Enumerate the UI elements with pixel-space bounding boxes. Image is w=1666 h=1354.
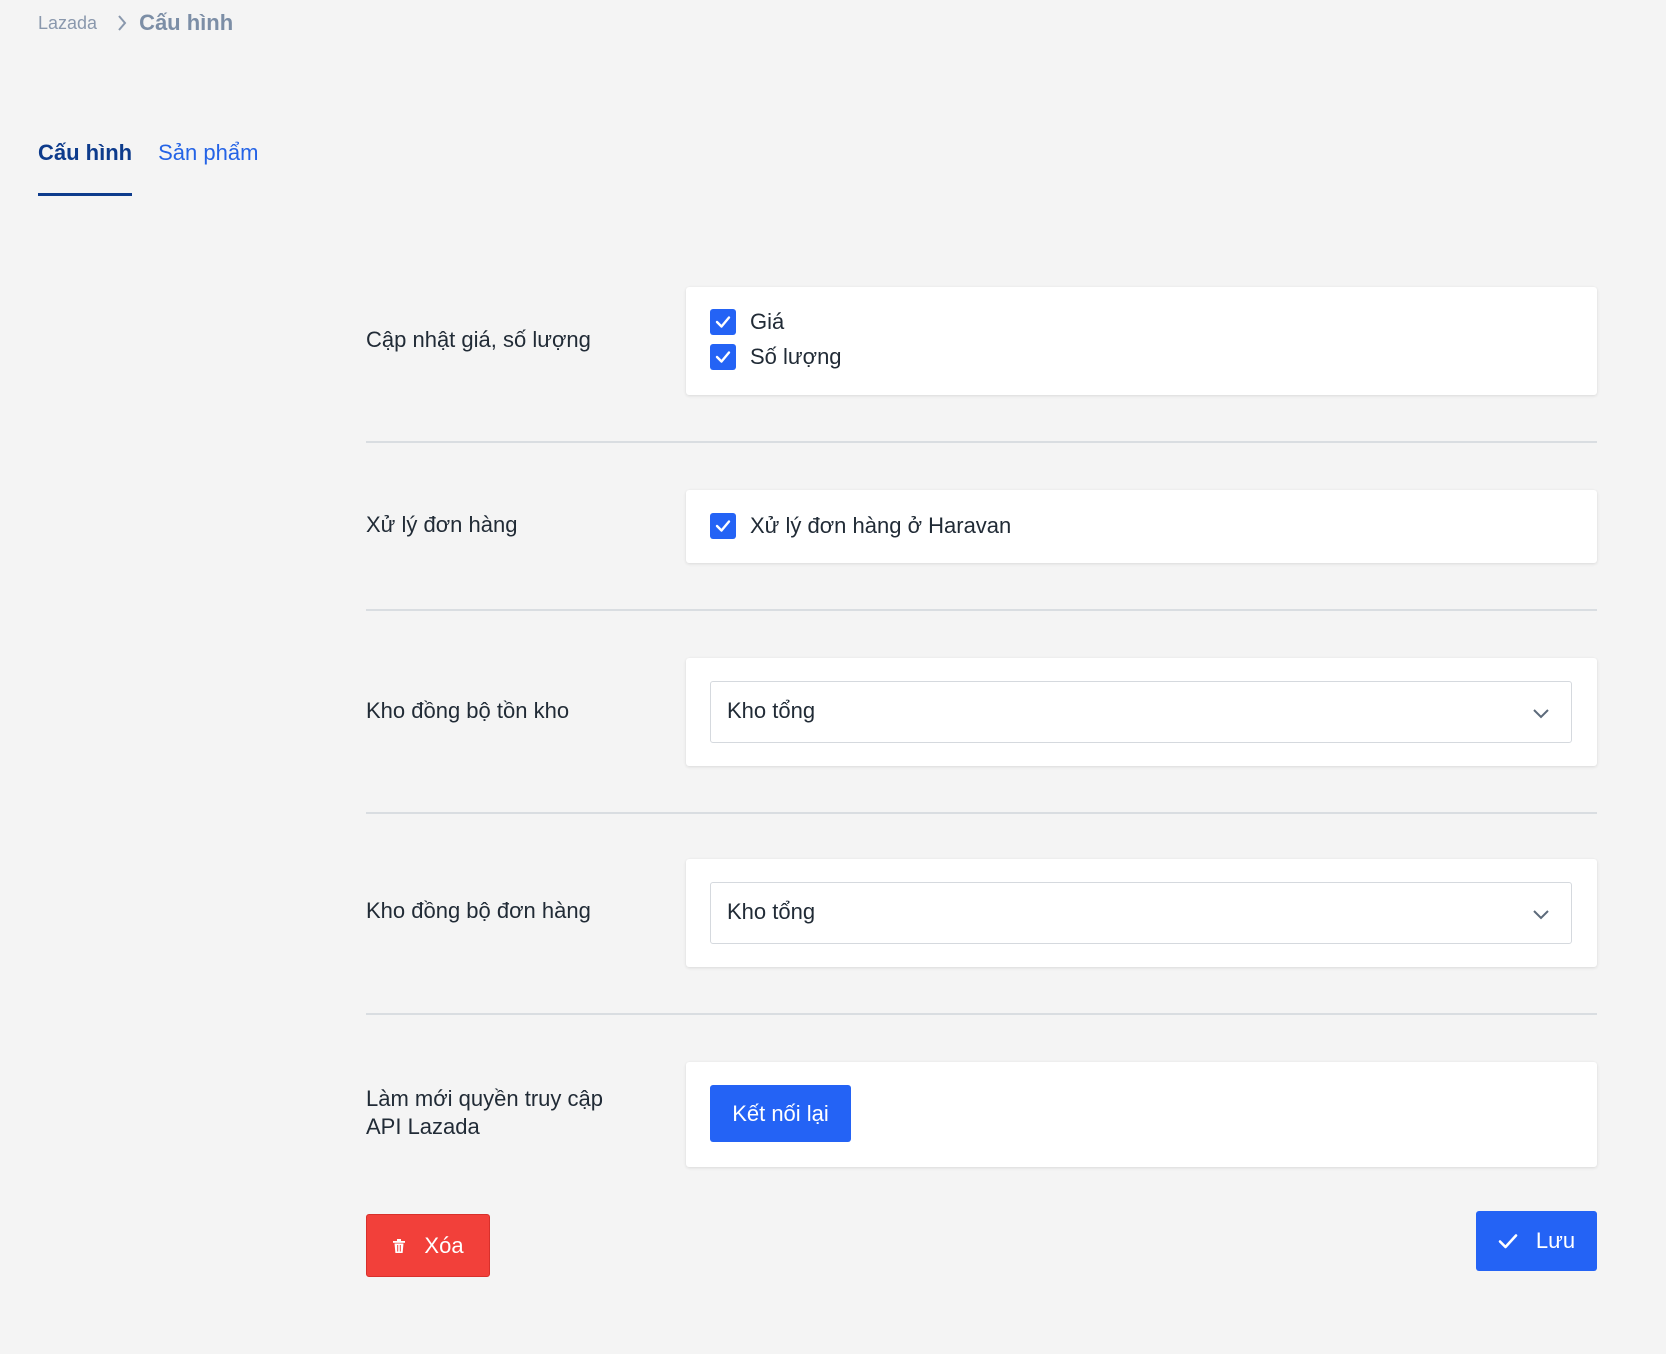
section-divider	[366, 441, 1597, 443]
reconnect-button[interactable]: Kết nối lại	[710, 1085, 851, 1142]
chevron-down-icon	[1533, 907, 1549, 925]
reconnect-button-label: Kết nối lại	[732, 1100, 829, 1126]
quantity-checkbox[interactable]	[710, 344, 736, 370]
tab-bar: Cấu hình Sản phẩm	[38, 130, 284, 196]
refresh-access-label-line2: API Lazada	[366, 1114, 480, 1139]
order-processing-card: Xử lý đơn hàng ở Haravan	[686, 490, 1597, 563]
quantity-checkbox-label: Số lượng	[750, 344, 842, 369]
section-divider	[366, 1013, 1597, 1015]
refresh-access-label: Làm mới quyền truy cập API Lazada	[366, 1085, 603, 1141]
check-icon	[715, 316, 731, 328]
inventory-warehouse-label: Kho đồng bộ tồn kho	[366, 698, 570, 723]
trash-icon	[392, 1238, 406, 1254]
tab-products[interactable]: Sản phẩm	[158, 130, 258, 196]
chevron-down-icon	[1533, 706, 1549, 724]
inventory-warehouse-value: Kho tổng	[727, 698, 816, 723]
section-divider	[366, 812, 1597, 814]
breadcrumb-lazada-link[interactable]: Lazada	[38, 13, 97, 34]
breadcrumb-current: Cấu hình	[139, 10, 234, 35]
order-warehouse-label: Kho đồng bộ đơn hàng	[366, 898, 591, 923]
price-checkbox-row[interactable]: Giá	[710, 309, 784, 335]
section-divider	[366, 609, 1597, 611]
refresh-access-card: Kết nối lại	[686, 1062, 1597, 1167]
haravan-order-checkbox-label: Xử lý đơn hàng ở Haravan	[750, 513, 1012, 538]
delete-button[interactable]: Xóa	[366, 1214, 490, 1277]
check-icon	[1498, 1233, 1518, 1249]
price-checkbox[interactable]	[710, 309, 736, 335]
chevron-right-icon	[117, 15, 127, 31]
save-button-label: Lưu	[1535, 1228, 1576, 1253]
order-processing-label: Xử lý đơn hàng	[366, 512, 518, 537]
tab-settings[interactable]: Cấu hình	[38, 130, 133, 196]
save-button[interactable]: Lưu	[1476, 1211, 1597, 1271]
quantity-checkbox-row[interactable]: Số lượng	[710, 344, 842, 370]
order-warehouse-select[interactable]: Kho tổng	[710, 882, 1572, 944]
inventory-warehouse-card: Kho tổng	[686, 658, 1597, 766]
update-price-qty-card: Giá Số lượng	[686, 287, 1597, 395]
haravan-order-checkbox[interactable]	[710, 513, 736, 539]
breadcrumb: Lazada Cấu hình	[38, 8, 233, 38]
check-icon	[715, 520, 731, 532]
order-warehouse-value: Kho tổng	[727, 899, 816, 924]
inventory-warehouse-select[interactable]: Kho tổng	[710, 681, 1572, 743]
update-price-qty-label: Cập nhật giá, số lượng	[366, 327, 591, 352]
price-checkbox-label: Giá	[750, 309, 785, 334]
delete-button-label: Xóa	[424, 1232, 464, 1258]
haravan-order-checkbox-row[interactable]: Xử lý đơn hàng ở Haravan	[710, 513, 1011, 539]
check-icon	[715, 351, 731, 363]
refresh-access-label-line1: Làm mới quyền truy cập	[366, 1086, 603, 1111]
order-warehouse-card: Kho tổng	[686, 859, 1597, 967]
